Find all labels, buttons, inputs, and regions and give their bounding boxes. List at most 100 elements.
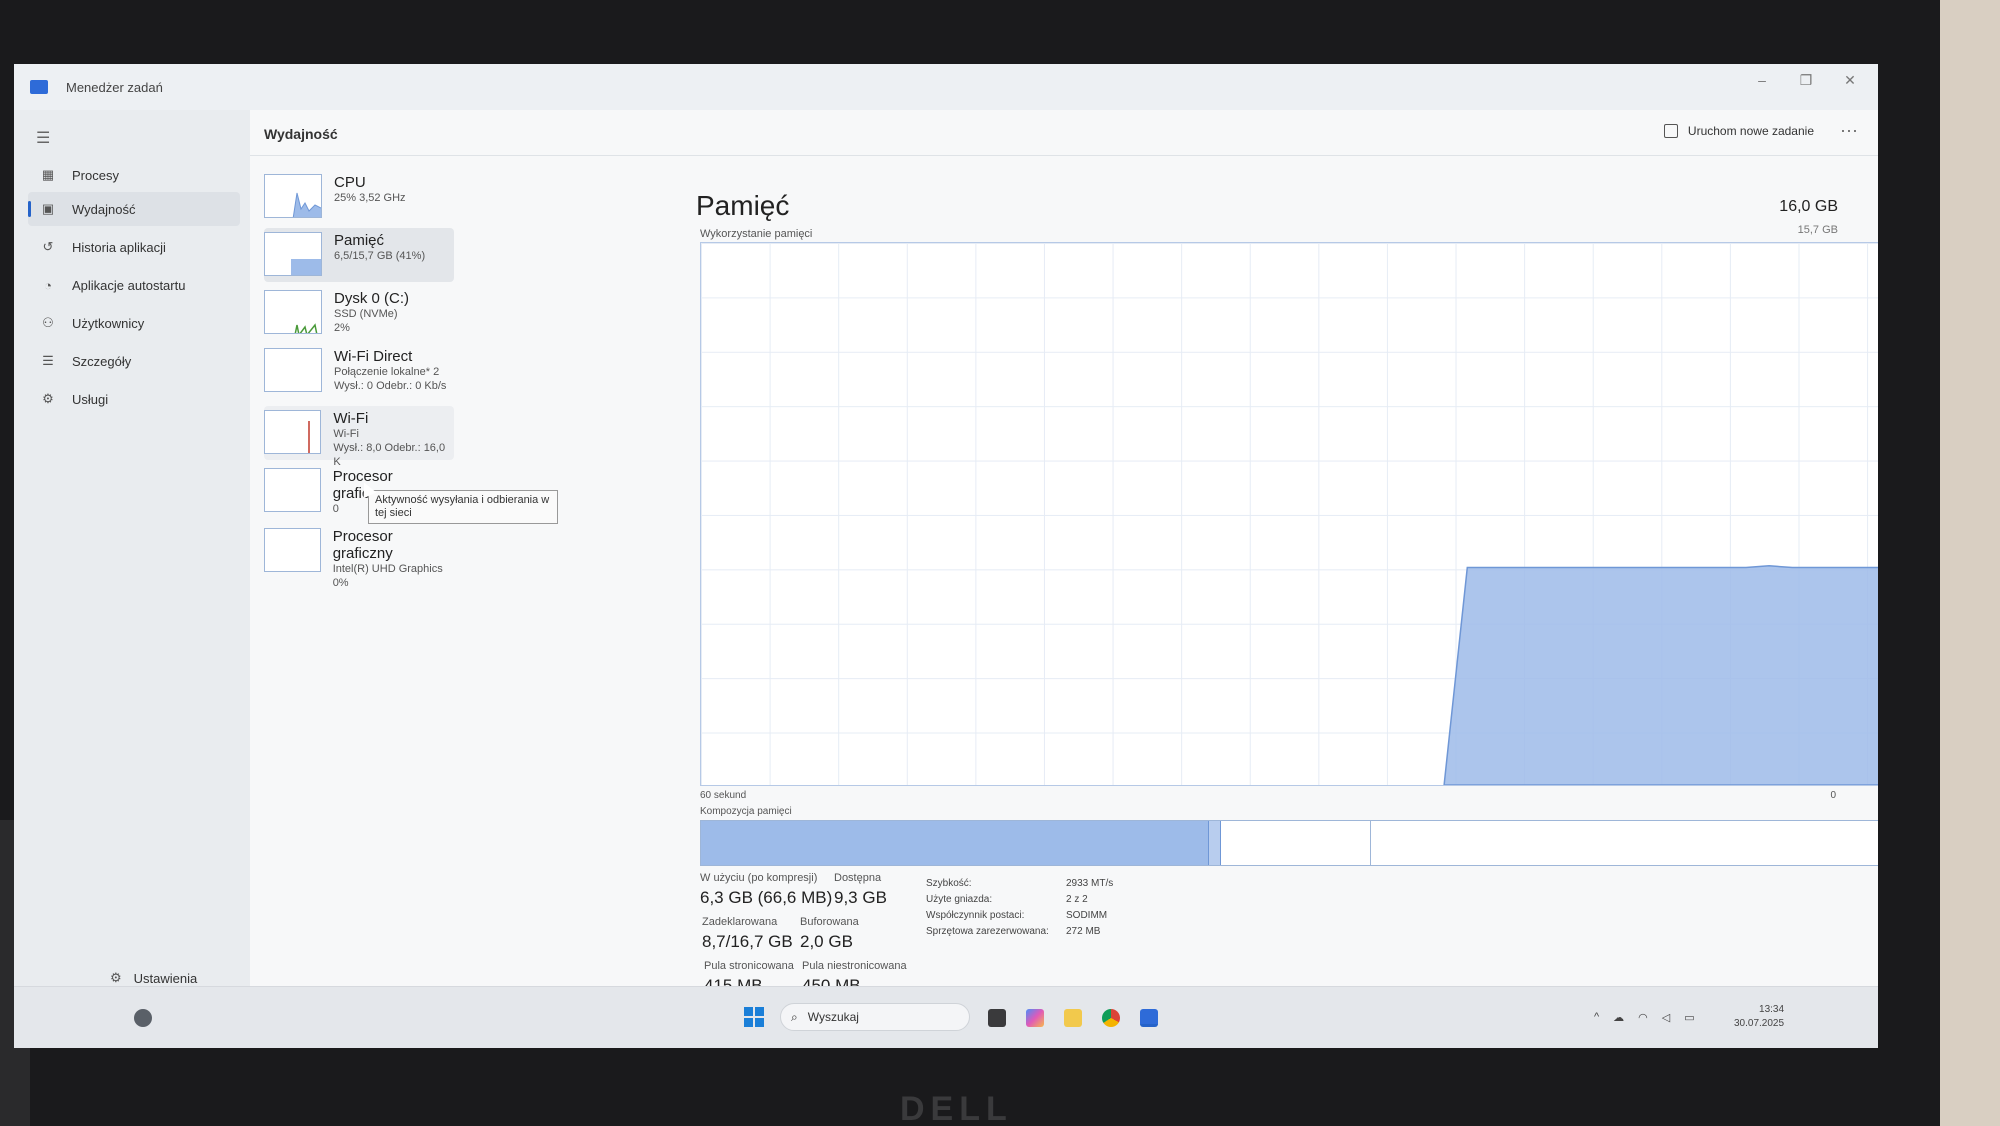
chevron-up-icon[interactable]: ^ bbox=[1594, 1011, 1599, 1024]
dell-logo: DELL bbox=[900, 1090, 1013, 1126]
sidebar-item-users[interactable]: ⚇ Użytkownicy bbox=[28, 306, 240, 340]
property-key: Sprzętowa zarezerwowana: bbox=[926, 926, 1049, 937]
resource-name: Wi-Fi bbox=[333, 410, 369, 427]
stat-value: 6,3 GB (66,6 MB) bbox=[700, 888, 833, 907]
system-tray: ^ ☁ ◠ ◁ ▭ bbox=[1594, 1011, 1695, 1024]
sidebar-item-services[interactable]: ⚙ Usługi bbox=[28, 382, 240, 416]
sidebar-item-details[interactable]: ☰ Szczegóły bbox=[28, 344, 240, 378]
resource-name: Pamięć bbox=[334, 232, 385, 249]
taskbar: ⌕ Wyszukaj ^ ☁ ◠ ◁ ▭ 13:34 30.07.2025 bbox=[14, 986, 1878, 1048]
users-icon: ⚇ bbox=[42, 315, 54, 330]
start-button[interactable] bbox=[744, 1007, 764, 1027]
title-bar: Menedżer zadań – ❐ ✕ bbox=[14, 64, 1878, 110]
window-controls: – ❐ ✕ bbox=[1754, 72, 1858, 88]
resource-cpu[interactable]: CPU 25% 3,52 GHz bbox=[264, 170, 454, 224]
grid-icon: ▦ bbox=[41, 167, 55, 182]
resource-name: Procesor graficzny bbox=[332, 528, 393, 562]
resource-wifi-direct[interactable]: Wi-Fi Direct Połączenie lokalne* 2 Wysł.… bbox=[264, 344, 454, 398]
property-row: Użyte gniazda: 2 z 2 bbox=[926, 892, 1113, 908]
stat-label: Dostępna bbox=[834, 872, 882, 884]
window-title: Menedżer zadań bbox=[66, 79, 163, 95]
memory-title: Pamięć bbox=[696, 190, 790, 221]
search-icon: ⌕ bbox=[791, 1009, 798, 1024]
task-view-icon[interactable] bbox=[988, 1009, 1006, 1027]
main-content: Wydajność Uruchom nowe zadanie ··· CPU 2… bbox=[250, 110, 1878, 995]
resource-disk[interactable]: Dysk 0 (C:) SSD (NVMe) 2% bbox=[264, 286, 454, 340]
stat-value: 2,0 GB bbox=[800, 932, 853, 951]
stat-value: 9,3 GB bbox=[834, 888, 887, 907]
memory-composition-label: Kompozycja pamięci bbox=[700, 806, 792, 817]
cpu-thumbnail bbox=[264, 174, 322, 218]
stat-label: Buforowana bbox=[800, 916, 859, 928]
sidebar-item-label: Aplikacje autostartu bbox=[72, 277, 186, 293]
resource-detail: 2% bbox=[334, 322, 350, 334]
sidebar-item-label: Wydajność bbox=[72, 201, 136, 217]
resource-detail: Połączenie lokalne* 2 bbox=[334, 366, 440, 378]
property-value: SODIMM bbox=[1066, 910, 1108, 921]
sidebar-item-processes[interactable]: ▦ Procesy bbox=[28, 158, 240, 192]
stat-available: Dostępna 9,3 GB bbox=[834, 872, 887, 908]
taskbar-search[interactable]: ⌕ Wyszukaj bbox=[780, 1003, 970, 1031]
gpu-0-thumbnail bbox=[264, 468, 321, 512]
disk-thumbnail bbox=[264, 290, 322, 334]
sidebar-item-startup-apps[interactable]: ◔ Aplikacje autostartu bbox=[28, 268, 240, 302]
stat-value: 8,7/16,7 GB bbox=[702, 932, 793, 951]
chart-icon: ▣ bbox=[41, 201, 55, 216]
sidebar-item-performance[interactable]: ▣ Wydajność bbox=[28, 192, 240, 226]
content-header: Wydajność Uruchom nowe zadanie ··· bbox=[250, 110, 1878, 156]
memory-usage-area bbox=[1443, 565, 1878, 785]
resource-gpu-1[interactable]: Procesor graficzny Intel(R) UHD Graphics… bbox=[264, 524, 454, 589]
network-tooltip: Aktywność wysyłania i odbierania w tej s… bbox=[368, 490, 558, 524]
property-value: 272 MB bbox=[1066, 926, 1101, 937]
close-button[interactable]: ✕ bbox=[1842, 72, 1858, 88]
graph-axis-left-label: 60 sekund bbox=[700, 790, 747, 801]
resource-wifi[interactable]: Wi-Fi Wi-Fi Wysł.: 8,0 Odebr.: 16,0 K bbox=[264, 406, 454, 468]
resource-name: Wi-Fi Direct bbox=[334, 348, 413, 365]
resource-detail: 6,5/15,7 GB (41%) bbox=[334, 250, 426, 262]
gpu-1-thumbnail bbox=[264, 528, 321, 572]
gear-icon: ⚙ bbox=[110, 970, 122, 985]
list-icon: ☰ bbox=[42, 353, 54, 368]
resource-name: CPU bbox=[334, 174, 366, 191]
background-wall bbox=[1940, 0, 2000, 1126]
disk-thumbnail-graph bbox=[294, 323, 318, 333]
clock-time: 13:34 bbox=[1759, 1004, 1785, 1015]
memory-thumbnail bbox=[264, 232, 322, 276]
hamburger-menu-icon[interactable]: ☰ bbox=[36, 128, 50, 148]
resource-detail: Wi-Fi bbox=[333, 428, 359, 440]
memory-usage-max: 15,7 GB bbox=[1797, 224, 1838, 236]
stat-label: W użyciu (po kompresji) bbox=[700, 872, 818, 884]
task-manager-icon bbox=[30, 80, 48, 94]
wifi-thumbnail-graph bbox=[308, 421, 310, 453]
onedrive-icon[interactable]: ☁ bbox=[1613, 1011, 1624, 1024]
screen: Menedżer zadań – ❐ ✕ ☰ ▦ Procesy ▣ Wydaj… bbox=[14, 64, 1878, 1048]
settings-button[interactable]: ⚙ Ustawienia bbox=[110, 970, 197, 986]
resource-memory[interactable]: Pamięć 6,5/15,7 GB (41%) bbox=[264, 228, 454, 282]
sidebar-item-label: Szczegóły bbox=[72, 353, 132, 369]
file-explorer-icon[interactable] bbox=[1064, 1009, 1082, 1027]
copilot-icon[interactable] bbox=[1026, 1009, 1044, 1027]
minimize-button[interactable]: – bbox=[1754, 72, 1770, 88]
property-key: Współczynnik postaci: bbox=[926, 910, 1025, 921]
more-options-button[interactable]: ··· bbox=[1840, 120, 1858, 141]
memory-thumbnail-fill bbox=[291, 259, 321, 275]
chrome-icon[interactable] bbox=[1102, 1009, 1120, 1027]
property-key: Użyte gniazda: bbox=[926, 894, 993, 905]
wifi-icon[interactable]: ◠ bbox=[1638, 1011, 1648, 1024]
stat-in-use: W użyciu (po kompresji) 6,3 GB (66,6 MB) bbox=[700, 872, 832, 908]
gear-icon: ⚙ bbox=[42, 391, 54, 406]
widgets-icon[interactable] bbox=[134, 1009, 152, 1027]
search-placeholder: Wyszukaj bbox=[807, 1010, 859, 1024]
clock[interactable]: 13:34 30.07.2025 bbox=[1734, 1003, 1784, 1031]
maximize-button[interactable]: ❐ bbox=[1798, 72, 1814, 88]
property-value: 2933 MT/s bbox=[1066, 878, 1114, 889]
volume-icon[interactable]: ◁ bbox=[1662, 1011, 1670, 1024]
property-row: Sprzętowa zarezerwowana: 272 MB bbox=[926, 924, 1113, 940]
resource-detail: SSD (NVMe) bbox=[334, 308, 398, 320]
property-row: Współczynnik postaci: SODIMM bbox=[926, 908, 1113, 924]
battery-icon[interactable]: ▭ bbox=[1684, 1011, 1694, 1024]
composition-in-use bbox=[701, 821, 1209, 865]
run-new-task-button[interactable]: Uruchom nowe zadanie bbox=[1663, 124, 1814, 138]
sidebar-item-app-history[interactable]: ↺ Historia aplikacji bbox=[28, 230, 240, 264]
task-manager-taskbar-icon[interactable] bbox=[1140, 1009, 1158, 1027]
